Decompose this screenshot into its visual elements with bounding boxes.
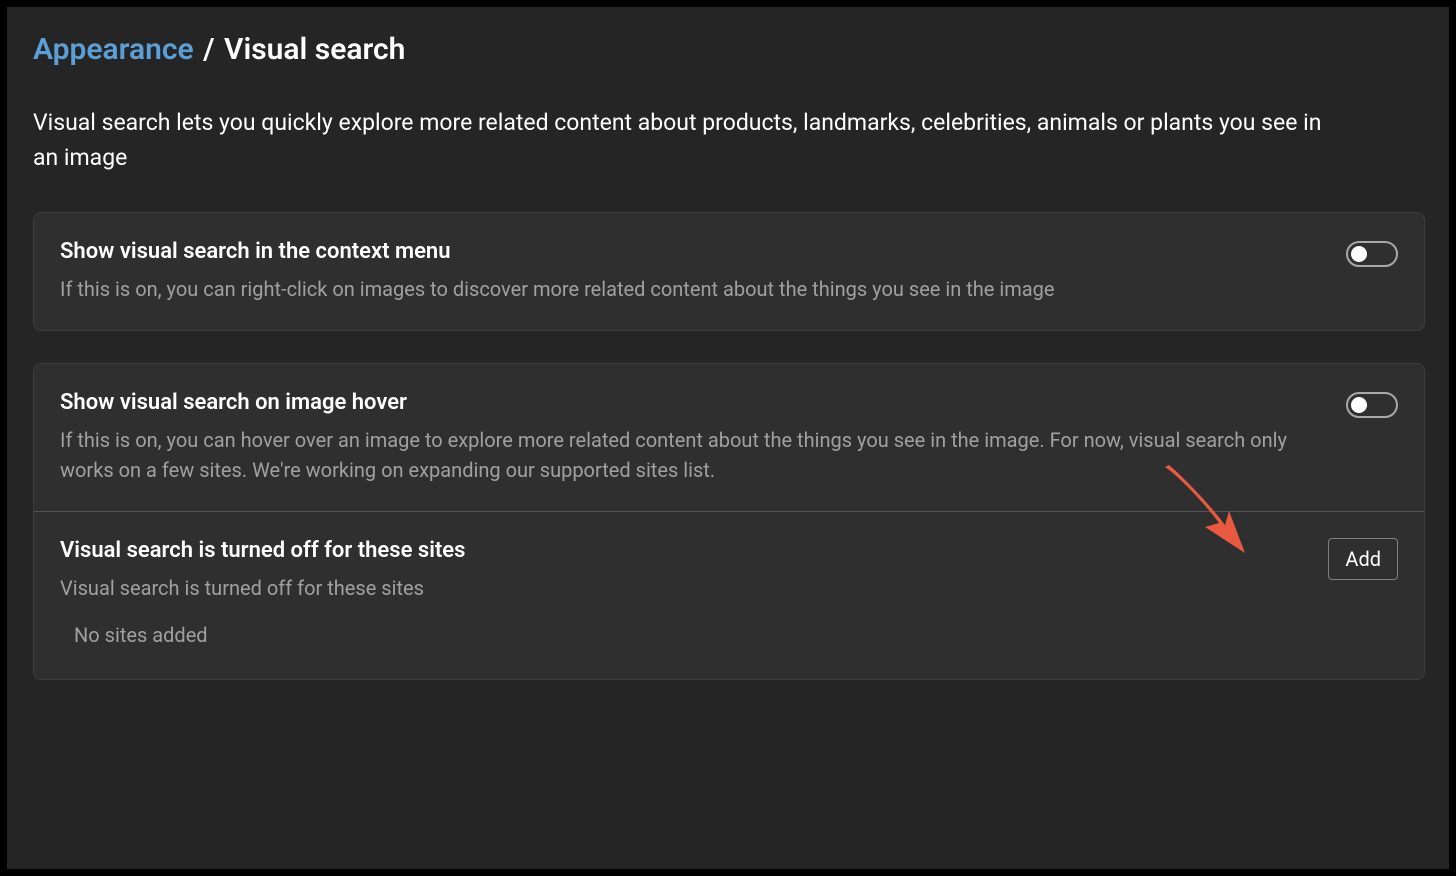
hover-title: Show visual search on image hover bbox=[60, 390, 1306, 415]
context-menu-title: Show visual search in the context menu bbox=[60, 239, 1306, 264]
hover-card: Show visual search on image hover If thi… bbox=[33, 363, 1425, 680]
context-menu-subtitle: If this is on, you can right-click on im… bbox=[60, 274, 1306, 304]
breadcrumb: Appearance / Visual search bbox=[33, 31, 1425, 69]
toggle-knob-icon bbox=[1351, 246, 1367, 262]
context-menu-card: Show visual search in the context menu I… bbox=[33, 212, 1425, 331]
page-description: Visual search lets you quickly explore m… bbox=[33, 105, 1343, 176]
breadcrumb-current: Visual search bbox=[224, 32, 405, 67]
toggle-knob-icon bbox=[1351, 397, 1367, 413]
hover-row: Show visual search on image hover If thi… bbox=[34, 364, 1424, 511]
settings-panel: Appearance / Visual search Visual search… bbox=[6, 6, 1450, 870]
blocklist-row: Visual search is turned off for these si… bbox=[34, 512, 1424, 679]
breadcrumb-parent-link[interactable]: Appearance bbox=[33, 32, 194, 67]
add-site-button[interactable]: Add bbox=[1328, 538, 1398, 580]
blocklist-title: Visual search is turned off for these si… bbox=[60, 538, 1288, 563]
context-menu-toggle[interactable] bbox=[1346, 241, 1398, 267]
hover-toggle[interactable] bbox=[1346, 392, 1398, 418]
blocklist-subtitle: Visual search is turned off for these si… bbox=[60, 573, 1288, 603]
hover-subtitle: If this is on, you can hover over an ima… bbox=[60, 425, 1306, 485]
context-menu-row: Show visual search in the context menu I… bbox=[34, 213, 1424, 330]
blocklist-empty-label: No sites added bbox=[60, 603, 1288, 653]
breadcrumb-separator: / bbox=[203, 32, 214, 67]
